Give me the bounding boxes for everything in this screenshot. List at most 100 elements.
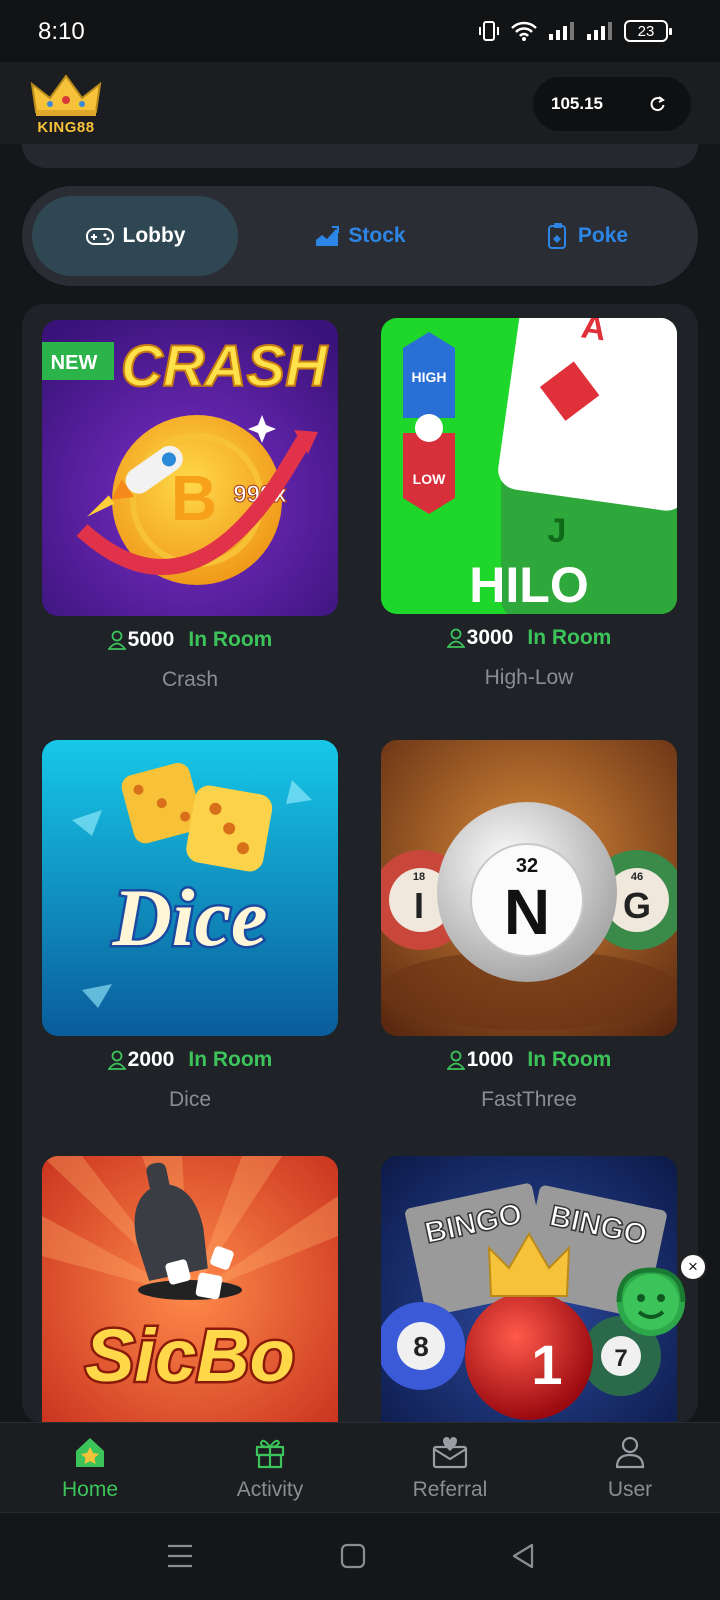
battery-indicator: 23 bbox=[624, 20, 672, 42]
ball-right-letter: G bbox=[623, 885, 651, 926]
crash-status: In Room bbox=[188, 628, 273, 651]
status-time: 8:10 bbox=[38, 18, 85, 45]
hilo-thumbnail[interactable]: J A HIGH LOW HILO bbox=[381, 318, 677, 614]
hilo-title: HILO bbox=[469, 557, 588, 613]
dice-art: Dice bbox=[42, 740, 338, 1036]
highlow-status: In Room bbox=[527, 626, 612, 649]
battery-level: 23 bbox=[637, 22, 655, 40]
game-card-fastthree[interactable]: 18 I 46 G 32 N 1000 In Room FastThree bbox=[381, 740, 677, 1112]
crash-art: CRASH NEW B 999x bbox=[42, 320, 338, 616]
signal-icon bbox=[549, 22, 574, 40]
nav-home[interactable]: Home bbox=[15, 1435, 165, 1502]
tab-stock[interactable]: Stock bbox=[300, 196, 420, 276]
dice-name: Dice bbox=[168, 1088, 211, 1111]
tab-lobby-label: Lobby bbox=[122, 224, 186, 247]
gamepad-icon bbox=[85, 228, 114, 245]
nav-referral-label: Referral bbox=[412, 1478, 488, 1501]
person-icon bbox=[446, 1050, 465, 1070]
person-icon bbox=[446, 628, 465, 648]
nav-activity[interactable]: Activity bbox=[195, 1435, 345, 1502]
bingo-ball-center: 1 bbox=[531, 1333, 562, 1396]
logo-text: KING88 bbox=[37, 119, 95, 136]
highlow-meta: 3000 In Room bbox=[381, 626, 677, 650]
vibrate-icon bbox=[479, 21, 499, 41]
fastthree-meta: 1000 In Room bbox=[381, 1048, 677, 1072]
dice-title: Dice bbox=[112, 872, 268, 963]
bottom-navigation: Home Activity Referral User bbox=[0, 1422, 720, 1512]
game-card-crash[interactable]: CRASH NEW B 999x 5000 In Room Crash bbox=[42, 320, 338, 692]
hilo-card-bottom: J bbox=[548, 512, 567, 550]
bingo-ball-right: 7 bbox=[614, 1345, 627, 1372]
support-chat-icon[interactable] bbox=[611, 1262, 691, 1342]
fastthree-players: 1000 bbox=[466, 1048, 514, 1071]
player-count: 3000 bbox=[446, 626, 514, 650]
dice-thumbnail[interactable]: Dice bbox=[42, 740, 338, 1036]
system-navigation-bar bbox=[0, 1512, 720, 1600]
crash-players: 5000 bbox=[127, 628, 175, 651]
tab-stock-label: Stock bbox=[348, 224, 406, 247]
ball-left-number: 18 bbox=[413, 871, 425, 883]
chart-icon bbox=[316, 226, 340, 246]
fastthree-status: In Room bbox=[527, 1048, 612, 1071]
fastthree-art: 18 I 46 G 32 N bbox=[381, 740, 677, 1036]
envelope-heart-icon bbox=[432, 1437, 468, 1469]
tab-lobby[interactable]: Lobby bbox=[32, 196, 238, 276]
game-card-sicbo[interactable]: SicBo bbox=[42, 1156, 338, 1424]
sicbo-art: SicBo bbox=[42, 1156, 338, 1424]
sicbo-thumbnail[interactable]: SicBo bbox=[42, 1156, 338, 1424]
ball-right-number: 46 bbox=[631, 871, 643, 883]
nav-user-label: User bbox=[607, 1478, 653, 1501]
hilo-high-label: HIGH bbox=[412, 369, 447, 385]
balance-pill[interactable]: 105.15 bbox=[533, 77, 691, 131]
dice-players: 2000 bbox=[127, 1048, 175, 1071]
crash-title: CRASH bbox=[121, 334, 328, 399]
player-count: 5000 bbox=[107, 628, 175, 652]
close-icon[interactable]: × bbox=[679, 1253, 707, 1281]
fastthree-thumbnail[interactable]: 18 I 46 G 32 N bbox=[381, 740, 677, 1036]
tab-poke-label: Poke bbox=[577, 224, 629, 247]
home-square-icon[interactable] bbox=[340, 1543, 366, 1569]
refresh-icon[interactable] bbox=[647, 94, 667, 114]
highlow-players: 3000 bbox=[466, 626, 514, 649]
status-bar: 8:10 23 bbox=[0, 0, 720, 62]
crash-name: Crash bbox=[161, 668, 219, 691]
nav-activity-label: Activity bbox=[236, 1478, 304, 1501]
ball-center-letter: N bbox=[504, 876, 550, 948]
gift-icon bbox=[255, 1439, 285, 1469]
nav-referral[interactable]: Referral bbox=[375, 1435, 525, 1502]
person-icon bbox=[107, 1050, 126, 1070]
ball-left-letter: I bbox=[414, 885, 424, 926]
game-card-highlow[interactable]: J A HIGH LOW HILO 3000 In Room High-Low bbox=[381, 318, 677, 690]
bingo-ball-left: 8 bbox=[413, 1331, 429, 1362]
player-count: 2000 bbox=[107, 1048, 175, 1072]
nav-home-label: Home bbox=[61, 1478, 119, 1501]
home-icon bbox=[76, 1438, 104, 1467]
user-icon bbox=[615, 1436, 645, 1469]
highlow-name: High-Low bbox=[484, 666, 574, 689]
sicbo-title: SicBo bbox=[85, 1314, 295, 1397]
hilo-low-label: LOW bbox=[413, 471, 446, 487]
ball-center-number: 32 bbox=[516, 855, 538, 877]
menu-icon[interactable] bbox=[166, 1543, 194, 1569]
signal-icon-2 bbox=[587, 22, 612, 40]
hilo-art: J A HIGH LOW HILO bbox=[381, 318, 677, 614]
card-icon bbox=[547, 223, 566, 249]
wifi-icon bbox=[511, 21, 537, 41]
back-icon[interactable] bbox=[510, 1542, 536, 1570]
app-header: KING88 105.15 bbox=[0, 62, 720, 144]
category-tabs: Lobby Stock Poke bbox=[22, 186, 698, 286]
game-card-dice[interactable]: Dice 2000 In Room Dice bbox=[42, 740, 338, 1112]
person-icon bbox=[107, 630, 126, 650]
king88-logo[interactable]: KING88 bbox=[30, 74, 102, 136]
banner-edge bbox=[22, 144, 698, 168]
game-grid: CRASH NEW B 999x 5000 In Room Crash J A … bbox=[22, 304, 698, 1424]
nav-user[interactable]: User bbox=[555, 1435, 705, 1502]
player-count: 1000 bbox=[446, 1048, 514, 1072]
dice-meta: 2000 In Room bbox=[42, 1048, 338, 1072]
dice-status: In Room bbox=[188, 1048, 273, 1071]
new-badge: NEW bbox=[51, 352, 98, 374]
tab-poke[interactable]: Poke bbox=[527, 196, 647, 276]
crash-thumbnail[interactable]: CRASH NEW B 999x bbox=[42, 320, 338, 616]
svg-text:B: B bbox=[171, 462, 217, 534]
status-icons: 23 bbox=[478, 20, 672, 42]
